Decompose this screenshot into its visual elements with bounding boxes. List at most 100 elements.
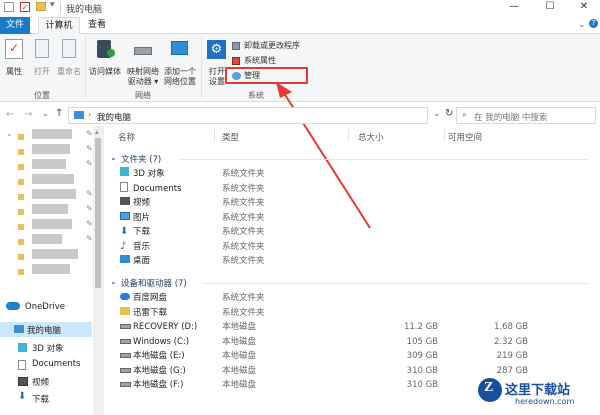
forward-icon[interactable]: → xyxy=(24,109,32,120)
add-network-location-button[interactable]: 添加一个 网络位置 xyxy=(162,37,198,91)
item-name: 3D 对象 xyxy=(133,169,165,179)
list-item[interactable]: 图片 系统文件夹 xyxy=(108,211,588,226)
maximize-button[interactable]: ☐ xyxy=(536,0,564,14)
blurred-item[interactable] xyxy=(32,204,68,214)
list-item[interactable]: ♪ 音乐 系统文件夹 xyxy=(108,240,588,255)
column-header-type[interactable]: 类型 xyxy=(222,131,239,143)
item-free-space: 219 GB xyxy=(496,351,528,361)
list-item[interactable]: 本地磁盘 (G:) 本地磁盘 310 GB 287 GB xyxy=(108,364,588,379)
pin-icon[interactable]: ✎ xyxy=(86,159,93,168)
save-icon[interactable] xyxy=(4,2,14,12)
list-item[interactable]: 百度网盘 系统文件夹 xyxy=(108,291,588,306)
nav-item-onedrive[interactable]: OneDrive xyxy=(0,300,92,314)
help-icon[interactable]: ? xyxy=(589,19,598,28)
blurred-item[interactable] xyxy=(32,129,72,139)
pin-icon[interactable]: ✎ xyxy=(86,219,93,228)
blurred-item[interactable] xyxy=(32,219,72,229)
blurred-item[interactable] xyxy=(32,234,62,244)
address-bar[interactable]: › 我的电脑 xyxy=(68,107,428,124)
folder-icon xyxy=(18,134,24,140)
properties-button[interactable]: ✓ 属性 xyxy=(2,37,26,91)
navigation-pane: ⌄ ✎ ✎ ✎ ✎ ✎ ✎ ✎ OneDrive 我的电脑 3D 对象 Docu… xyxy=(0,126,104,415)
column-header-total[interactable]: 总大小 xyxy=(358,131,384,143)
list-item[interactable]: 本地磁盘 (E:) 本地磁盘 309 GB 219 GB xyxy=(108,349,588,364)
divider xyxy=(85,36,86,98)
nav-scrollbar[interactable]: ▴ xyxy=(93,126,103,415)
item-total-size: 11.2 GB xyxy=(403,322,438,332)
list-item[interactable]: RECOVERY (D:) 本地磁盘 11.2 GB 1.68 GB xyxy=(108,320,588,335)
column-header-name[interactable]: 名称 xyxy=(118,131,135,143)
breadcrumb[interactable]: 我的电脑 xyxy=(97,111,131,123)
close-button[interactable]: ✕ xyxy=(570,0,598,14)
blurred-item[interactable] xyxy=(32,249,78,259)
item-type: 系统文件夹 xyxy=(222,169,265,179)
tab-view[interactable]: 查看 xyxy=(82,17,112,34)
minimize-button[interactable]: — xyxy=(500,0,528,14)
item-type: 系统文件夹 xyxy=(222,183,265,194)
watermark-logo-icon: Z xyxy=(478,378,502,402)
pin-icon[interactable]: ✎ xyxy=(86,234,93,243)
rename-button[interactable]: 重命名 xyxy=(56,37,82,91)
settings-gear-icon: ⚙ xyxy=(207,40,226,59)
tab-computer[interactable]: 计算机 xyxy=(38,17,80,35)
chevron-down-icon[interactable]: ⌄ xyxy=(110,277,117,286)
pin-icon[interactable]: ✎ xyxy=(86,129,93,138)
uninstall-button[interactable]: 卸载或更改程序 xyxy=(232,41,310,52)
list-item[interactable]: 视频 系统文件夹 xyxy=(108,196,588,211)
list-item[interactable]: ⬇ 下载 系统文件夹 xyxy=(108,225,588,240)
system-properties-button[interactable]: 系统属性 xyxy=(232,56,310,67)
nav-item-documents[interactable]: Documents xyxy=(0,357,92,371)
nav-item-this-pc[interactable]: 我的电脑 xyxy=(0,322,92,337)
uninstall-label: 卸载或更改程序 xyxy=(244,41,300,50)
refresh-icon[interactable]: ↻ xyxy=(445,108,453,119)
item-free-space: 1.68 GB xyxy=(493,322,528,332)
recent-dropdown-icon[interactable]: ⌄ xyxy=(42,109,49,118)
item-type: 系统文件夹 xyxy=(222,212,265,223)
scrollbar-thumb[interactable] xyxy=(95,138,101,288)
cloud-icon xyxy=(120,293,130,300)
blurred-item[interactable] xyxy=(32,144,70,154)
column-header-free[interactable]: 可用空间 xyxy=(448,131,482,143)
blurred-item[interactable] xyxy=(32,264,70,274)
list-item[interactable]: 3D 对象 系统文件夹 xyxy=(108,167,588,182)
collapse-ribbon-icon[interactable]: ⌄ xyxy=(578,20,586,30)
list-item[interactable]: 迅雷下载 系统文件夹 xyxy=(108,306,588,321)
search-placeholder: 在 我的电脑 中搜索 xyxy=(474,113,548,123)
access-media-button[interactable]: 访问媒体 xyxy=(88,37,122,91)
list-item[interactable]: 桌面 系统文件夹 xyxy=(108,254,588,269)
nav-item-downloads[interactable]: ⬇ 下载 xyxy=(0,391,92,405)
blurred-item[interactable] xyxy=(32,174,74,184)
pc-icon xyxy=(74,111,84,119)
chevron-down-icon[interactable]: ⌄ xyxy=(110,153,117,162)
folder-icon xyxy=(18,179,24,185)
blurred-item[interactable] xyxy=(32,189,76,199)
qat-dropdown[interactable]: ▾ xyxy=(50,0,55,10)
nav-label: 3D 对象 xyxy=(32,344,64,354)
pin-icon[interactable]: ✎ xyxy=(86,144,93,153)
chevron-down-icon[interactable]: ⌄ xyxy=(6,129,13,138)
scroll-up-icon[interactable]: ▴ xyxy=(95,128,99,136)
open-button[interactable]: 打开 xyxy=(30,37,54,91)
watermark-url: heredown.com xyxy=(515,397,575,406)
folder-icon[interactable] xyxy=(36,2,46,11)
check-icon[interactable]: ✓ xyxy=(20,2,30,12)
nav-item-videos[interactable]: 视频 xyxy=(0,374,92,388)
search-input[interactable]: ⌕ 在 我的电脑 中搜索 xyxy=(456,107,596,124)
list-item[interactable]: Documents 系统文件夹 xyxy=(108,181,588,197)
group-header-folders[interactable]: 文件夹 (7) xyxy=(121,153,161,165)
nav-item-3d-objects[interactable]: 3D 对象 xyxy=(0,340,92,354)
address-dropdown-icon[interactable]: ⌄ xyxy=(433,109,441,119)
back-icon[interactable]: ← xyxy=(6,109,14,120)
pin-icon[interactable]: ✎ xyxy=(86,204,93,213)
up-icon[interactable]: ↑ xyxy=(55,108,63,119)
tab-file[interactable]: 文件 xyxy=(0,17,30,34)
search-icon: ⌕ xyxy=(462,110,468,120)
pin-icon[interactable]: ✎ xyxy=(86,189,93,198)
item-name: 百度网盘 xyxy=(133,293,168,303)
blurred-item[interactable] xyxy=(32,159,66,169)
item-type: 系统文件夹 xyxy=(222,227,265,237)
list-item[interactable]: Windows (C:) 本地磁盘 105 GB 2.32 GB xyxy=(108,335,588,350)
item-name: 图片 xyxy=(133,212,151,223)
group-header-drives[interactable]: 设备和驱动器 (7) xyxy=(121,277,187,289)
map-drive-button[interactable]: 映射网络 驱动器 ▾ xyxy=(124,37,162,91)
